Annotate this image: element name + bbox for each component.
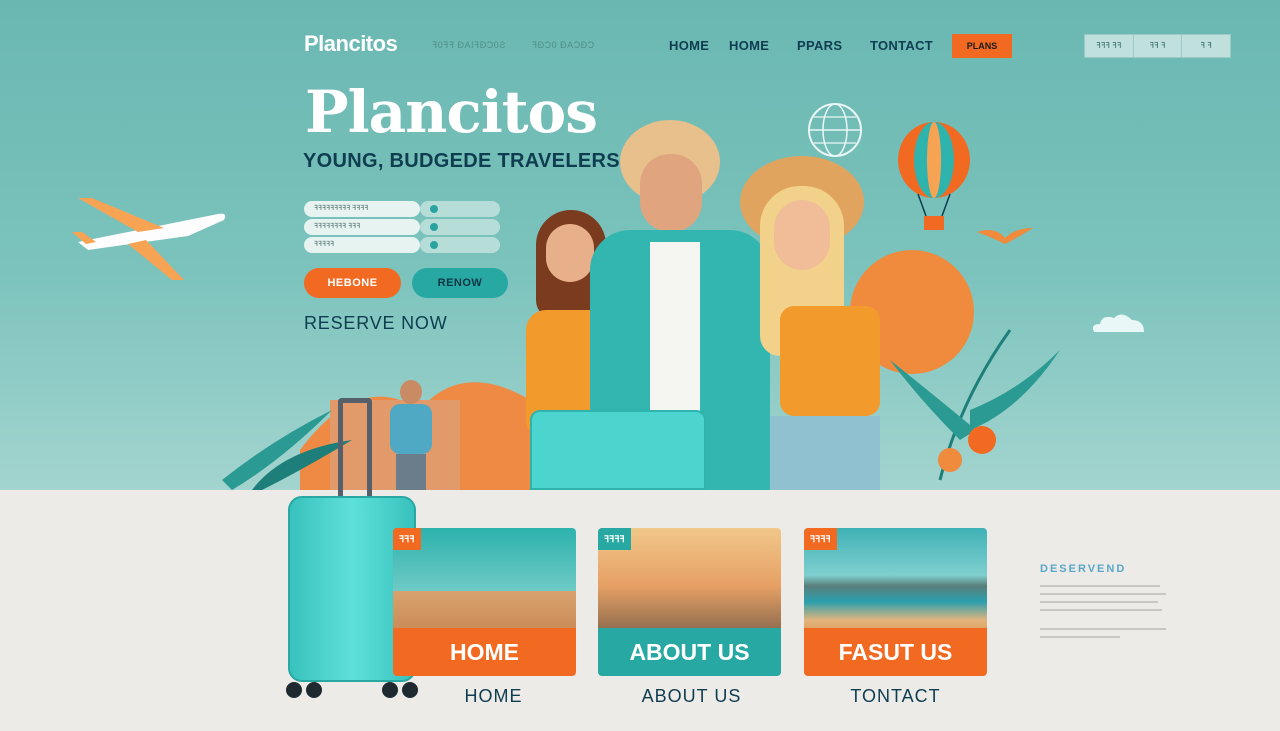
cloud-icon [1092,314,1144,332]
traveler-face [546,224,594,282]
utility-item-1[interactable]: ꟻꟻꟻ ꟻꟻ [1085,35,1134,57]
nav-faint-link-1[interactable]: ꟻ0ꟻꟻ ƉAIꟻƉƆ0Ƨ [432,40,506,51]
traveler-shirt [780,306,880,416]
card-about-us[interactable]: ꟻꟻꟻꟻ ABOUT US [598,528,781,676]
form-field-3[interactable]: ꟻꟻꟻꟻꟻ [304,237,420,253]
nav-link-ppars[interactable]: PPARS [797,38,842,53]
suitcase-wheel [382,682,398,698]
bird-icon [977,228,1033,244]
side-text-line [1040,628,1166,630]
field-dot-2 [430,223,438,231]
hero-section: Plancitos ꟻ0ꟻꟻ ƉAIꟻƉƆ0Ƨ ꟻƉƆ0 ƉAƆƉƆ HOME … [0,0,1280,490]
reserve-now-link[interactable]: RESERVE NOW [304,313,448,334]
suitcase-handle [338,398,372,498]
side-text-line [1040,585,1160,587]
card-caption[interactable]: TONTACT [804,686,987,707]
suitcase-icon [530,410,706,490]
suitcase-wheel [306,682,322,698]
traveler-jeans [770,416,880,490]
suitcase-wheel [286,682,302,698]
side-text-line [1040,636,1120,638]
renow-button[interactable]: RENOW [412,268,508,298]
hebone-button[interactable]: HEBONE [304,268,401,298]
card-home[interactable]: ꟻꟻꟻ HOME [393,528,576,676]
side-text-line [1040,601,1158,603]
utility-bar: ꟻꟻꟻ ꟻꟻ ꟻꟻ ꟻ ꟻ ꟻ [1084,34,1231,58]
card-tag: ꟻꟻꟻꟻ [804,528,837,550]
card-label: HOME [393,628,576,676]
utility-item-2[interactable]: ꟻꟻ ꟻ [1134,35,1183,57]
utility-item-3[interactable]: ꟻ ꟻ [1182,35,1230,57]
nav-faint-link-2[interactable]: ꟻƉƆ0 ƉAƆƉƆ [532,40,595,51]
side-heading: DESERVEND [1040,563,1127,575]
brand-logo[interactable]: Plancitos [304,31,398,57]
form-field-1[interactable]: ꟻꟻꟻꟻꟻꟻꟻꟻꟻ ꟻꟻꟻꟻ [304,201,420,217]
card-label: FASUT US [804,628,987,676]
nav-link-home[interactable]: HOME [669,38,709,53]
field-dot-1 [430,205,438,213]
traveler-face [774,200,830,270]
field-dot-3 [430,241,438,249]
form-field-2[interactable]: ꟻꟻꟻꟻꟻꟻꟻꟻ ꟻꟻꟻ [304,219,420,235]
traveler-girl-right [740,156,920,490]
card-fasut-us[interactable]: ꟻꟻꟻꟻ FASUT US [804,528,987,676]
side-text-line [1040,609,1162,611]
hero-tagline: YOUNG, BUDGEDE TRAVELERS [303,150,620,172]
plans-button[interactable]: PLANS [952,34,1012,58]
card-caption[interactable]: ABOUT US [600,686,783,707]
card-caption[interactable]: HOME [402,686,585,707]
nav-link-contact[interactable]: TONTACT [870,38,933,53]
traveler-face [640,154,702,232]
card-label: ABOUT US [598,628,781,676]
hero-title: Plancitos [305,78,598,146]
card-tag: ꟻꟻꟻ [393,528,421,550]
airplane-icon [72,198,226,280]
nav-link-home-2[interactable]: HOME [729,38,769,53]
travelers-illustration [500,120,920,490]
card-tag: ꟻꟻꟻꟻ [598,528,631,550]
side-text-line [1040,593,1166,595]
